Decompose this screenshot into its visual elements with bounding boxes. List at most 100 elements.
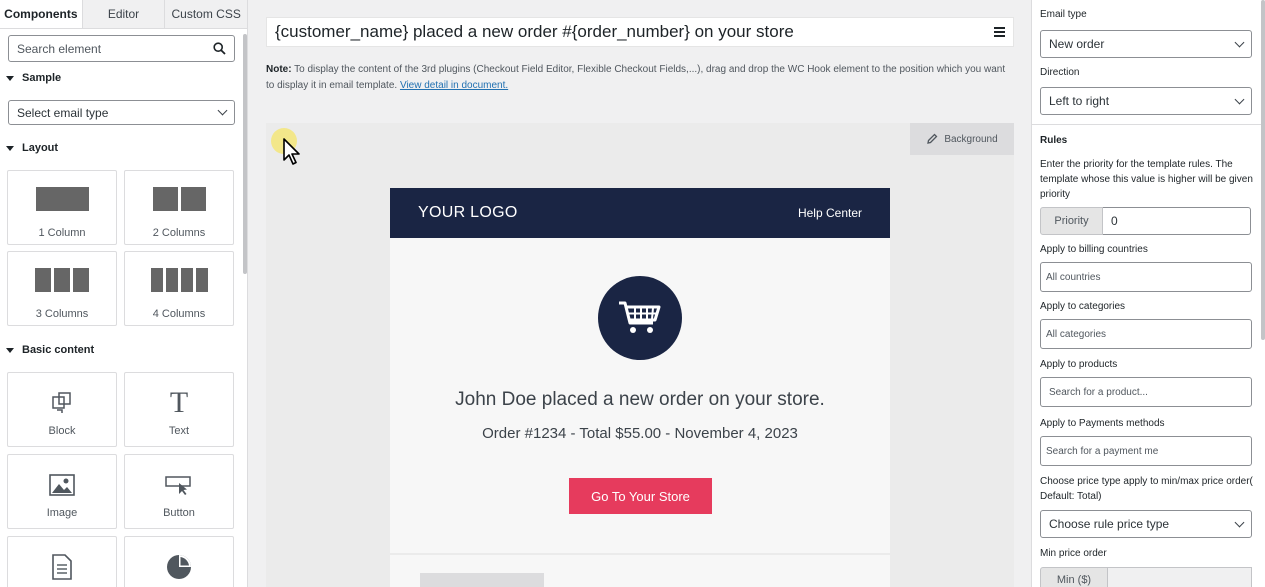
tab-components[interactable]: Components	[0, 0, 83, 28]
note-text: To display the content of the 3rd plugin…	[266, 64, 1006, 91]
products-placeholder: Search for a product...	[1049, 386, 1148, 398]
three-columns-icon	[35, 268, 89, 292]
sample-email-type-select[interactable]: Select email type	[8, 100, 235, 125]
layout-2-columns[interactable]: 2 Columns	[124, 170, 234, 245]
email-type-value: New order	[1049, 37, 1105, 51]
direction-label: Direction	[1040, 67, 1080, 78]
logo-text[interactable]: YOUR LOGO	[418, 204, 518, 222]
section-toolbar[interactable]	[420, 573, 544, 587]
sample-section-toggle[interactable]: Sample	[6, 72, 61, 84]
two-columns-icon	[152, 187, 206, 211]
editor-area: {customer_name} placed a new order #{ord…	[249, 0, 1031, 587]
direction-value: Left to right	[1049, 94, 1110, 108]
search-icon[interactable]	[213, 42, 226, 55]
content-block[interactable]: Block	[7, 372, 117, 447]
min-price-label: Min price order	[1040, 548, 1107, 559]
search-element-input[interactable]: Search element	[8, 35, 235, 62]
components-panel: Components Editor Custom CSS Search elem…	[0, 0, 248, 587]
document-icon	[51, 553, 73, 581]
background-button-label: Background	[944, 133, 998, 145]
content-label: Image	[46, 507, 78, 519]
email-header[interactable]: YOUR LOGO Help Center	[390, 188, 890, 238]
menu-icon[interactable]	[994, 27, 1005, 37]
chevron-down-icon	[217, 105, 228, 116]
layout-1-column[interactable]: 1 Column	[7, 170, 117, 245]
content-button[interactable]: Button	[124, 454, 234, 529]
layout-label: 1 Column	[38, 227, 86, 239]
email-next-section[interactable]	[390, 555, 890, 587]
products-label: Apply to products	[1040, 359, 1118, 370]
content-chart[interactable]	[124, 536, 234, 587]
text-icon: T	[169, 386, 189, 419]
price-type-label: Choose price type apply to min/max price…	[1040, 476, 1253, 502]
editor-note: Note: To display the content of the 3rd …	[266, 62, 1006, 94]
caret-down-icon	[6, 145, 14, 151]
email-canvas[interactable]: Background YOUR LOGO Help Center John Do…	[266, 123, 1014, 587]
settings-scrollbar[interactable]	[1261, 0, 1265, 340]
products-search-field[interactable]: Search for a product...	[1040, 377, 1252, 407]
layout-4-columns[interactable]: 4 Columns	[124, 251, 234, 326]
priority-tag: Priority	[1040, 207, 1103, 235]
shopping-cart-icon	[619, 301, 661, 333]
layout-heading: Layout	[22, 142, 59, 154]
caret-down-icon	[6, 347, 14, 353]
left-panel-scrollbar[interactable]	[243, 34, 247, 274]
go-to-store-button[interactable]: Go To Your Store	[569, 478, 712, 514]
email-headline[interactable]: John Doe placed a new order on your stor…	[390, 389, 890, 411]
billing-countries-label: Apply to billing countries	[1040, 244, 1148, 255]
note-doc-link[interactable]: View detail in document.	[400, 80, 508, 91]
billing-countries-value: All countries	[1046, 271, 1101, 283]
email-body[interactable]: John Doe placed a new order on your stor…	[390, 238, 890, 553]
content-text[interactable]: T Text	[124, 372, 234, 447]
rules-heading: Rules	[1040, 135, 1068, 146]
pencil-icon	[927, 133, 938, 144]
sample-select-value: Select email type	[17, 105, 109, 120]
tab-editor[interactable]: Editor	[82, 0, 166, 28]
email-type-label: Email type	[1040, 9, 1087, 20]
price-type-select[interactable]: Choose rule price type	[1040, 510, 1252, 538]
email-subject-field[interactable]: {customer_name} placed a new order #{ord…	[266, 17, 1014, 47]
content-label: Block	[48, 425, 76, 437]
payments-search-field[interactable]: Search for a payment me	[1040, 436, 1252, 466]
payments-placeholder: Search for a payment me	[1046, 445, 1159, 457]
four-columns-icon	[150, 268, 208, 292]
basic-content-heading: Basic content	[22, 344, 95, 356]
categories-value: All categories	[1046, 328, 1107, 340]
sample-heading: Sample	[22, 72, 62, 84]
content-image[interactable]: Image	[7, 454, 117, 529]
billing-countries-field[interactable]: All countries	[1040, 262, 1252, 292]
layout-3-columns[interactable]: 3 Columns	[7, 251, 117, 326]
pie-chart-icon	[166, 553, 192, 581]
tab-custom-css[interactable]: Custom CSS	[165, 0, 247, 28]
email-type-select[interactable]: New order	[1040, 30, 1252, 58]
cart-icon-circle[interactable]	[598, 276, 682, 360]
background-button[interactable]: Background	[910, 123, 1014, 155]
basic-content-section-toggle[interactable]: Basic content	[6, 344, 94, 356]
categories-label: Apply to categories	[1040, 301, 1126, 312]
caret-down-icon	[6, 75, 14, 81]
image-icon	[49, 471, 75, 499]
categories-field[interactable]: All categories	[1040, 319, 1252, 349]
chevron-down-icon	[1234, 517, 1245, 527]
priority-input[interactable]: 0	[1103, 207, 1251, 235]
content-label: Text	[168, 425, 190, 437]
search-placeholder: Search element	[17, 41, 102, 56]
one-column-icon	[35, 187, 89, 211]
layout-label: 3 Columns	[35, 308, 89, 320]
email-subject-text: {customer_name} placed a new order #{ord…	[275, 22, 794, 41]
email-template-editor: Components Editor Custom CSS Search elem…	[0, 0, 1265, 587]
content-label: Button	[163, 507, 195, 519]
layout-label: 2 Columns	[152, 227, 206, 239]
content-document[interactable]	[7, 536, 117, 587]
min-price-tag: Min ($)	[1040, 567, 1108, 587]
note-label: Note:	[266, 64, 292, 75]
order-summary-line[interactable]: Order #1234 - Total $55.00 - November 4,…	[390, 425, 890, 442]
chevron-down-icon	[1234, 94, 1245, 104]
min-price-input[interactable]	[1108, 567, 1252, 587]
layout-section-toggle[interactable]: Layout	[6, 142, 58, 154]
divider	[1032, 124, 1265, 125]
help-center-link[interactable]: Help Center	[798, 206, 862, 220]
button-icon	[165, 471, 193, 499]
panel-tabs: Components Editor Custom CSS	[0, 0, 247, 29]
direction-select[interactable]: Left to right	[1040, 87, 1252, 115]
